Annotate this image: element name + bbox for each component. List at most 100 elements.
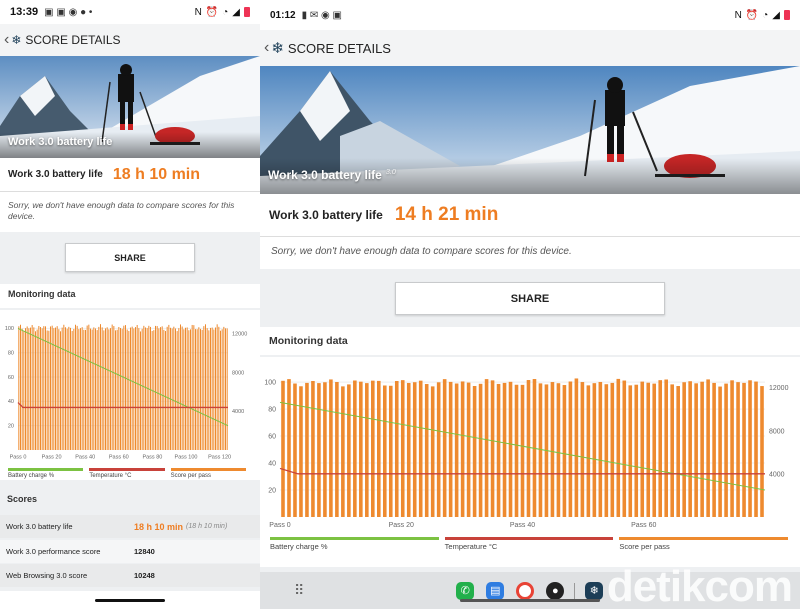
monitoring-chart: 100 80 60 40 20 12000 8000 4000 Pass 0 Pass 20 Pas… [264,375,789,529]
score-bar [126,329,128,450]
score-bar [211,327,213,450]
score-bar [670,384,674,517]
score-bar [38,325,40,450]
chart-legend: Battery charge % Temperature °C Score pe… [270,537,794,551]
score-bar [311,381,315,517]
score-bar [21,328,23,450]
x-tick: Pass 40 [75,455,95,461]
score-bar [293,383,297,517]
legend-score: Score per pass [619,537,789,551]
score-bar [281,380,285,517]
score-bar [610,382,615,517]
score-bar [158,328,160,450]
score-bar [568,381,573,517]
phone-app-icon[interactable]: ✆ [456,581,475,600]
score-row-performance: Work 3.0 performance score 12840 [0,540,260,563]
score-bar [200,328,201,450]
score-bar [30,327,31,450]
score-bar [81,327,83,450]
result-label: Work 3.0 battery life [269,208,383,222]
chrome-app-icon[interactable] [516,581,535,600]
score-bar [490,380,495,517]
messages-app-icon[interactable]: ▤ [486,581,505,600]
result-row: Work 3.0 battery life 18 h 10 min [0,158,260,192]
score-bar [140,331,141,450]
score-bar [170,327,171,450]
x-tick: Pass 60 [631,522,656,529]
score-bar [130,327,131,450]
score-bar [70,327,71,450]
score-bar [150,326,151,450]
score-bar [75,324,76,450]
back-icon[interactable]: ‹ [4,31,9,49]
page-title: SCORE DETAILS [287,40,391,56]
hero-title-text: Work 3.0 battery life [268,168,382,182]
score-bar [220,330,221,450]
score-bar [335,382,339,517]
score-bar [196,329,198,450]
score-bar [436,382,441,517]
score-bar [121,328,123,450]
score-bar [754,381,758,517]
score-bar [18,326,20,450]
score-bar [388,385,393,517]
score-bar [135,327,136,450]
status-right-icons: N ⏰ ◔ ◢ [195,7,250,18]
score-bar [43,326,45,450]
score-bar [205,324,206,450]
x-tick: Pass 0 [10,455,27,461]
score-bar [347,384,351,517]
score-bar [66,328,68,450]
score-name: Web Browsing 3.0 score [6,571,88,580]
share-button[interactable]: SHARE [65,243,195,272]
score-bar [442,379,447,517]
app-bar: ‹ ❄ SCORE DETAILS [0,24,260,56]
home-gesture-bar[interactable] [95,599,165,602]
score-bar [210,327,211,450]
app-drawer-icon[interactable]: ⠿ [294,582,304,599]
scores-title: Scores [7,494,38,504]
score-bar [305,382,309,517]
score-bar [225,328,226,450]
score-bar [218,326,220,450]
score-value: 10248 [134,571,155,580]
score-bar [45,326,46,450]
signal-icon: ◢ [772,9,780,21]
alarm-icon: ⏰ [205,6,219,18]
score-bar [143,325,145,450]
3dmark-app-icon[interactable]: ❄ [585,581,604,600]
score-bar [742,382,746,517]
score-bar [658,380,663,517]
score-bar [562,385,567,517]
score-bar [46,330,48,450]
score-bar [131,326,133,450]
y-left-tick: 20 [268,487,276,494]
score-bar [448,381,453,517]
back-icon[interactable]: ‹ [264,39,269,57]
monitoring-header: Monitoring data [260,327,800,355]
wifi-icon: ◔ [762,9,769,21]
score-bar [40,327,41,450]
home-gesture-bar[interactable] [460,599,600,602]
hero-title: Work 3.0 battery life [8,136,113,148]
score-bar [664,379,668,517]
hero-image: Work 3.0 battery life [0,56,260,158]
camera-app-icon[interactable]: ● [546,581,565,600]
score-bar [68,326,70,450]
score-bar [175,328,176,450]
status-time: 01:12 [270,9,296,21]
tablet-status-bar: 01:12 ▮ ✉ ◉ ▣ N ⏰ ◔ ◢ [260,0,800,30]
share-button[interactable]: SHARE [395,282,665,315]
score-bar [111,324,113,450]
score-bar [171,328,173,450]
y-right-tick: 4000 [769,471,785,478]
score-bar [76,325,78,450]
score-bar [496,383,501,517]
legend-temperature: Temperature °C [444,537,614,551]
score-bar [598,381,603,517]
monitoring-chart-panel: 100 80 60 40 20 12000 8000 4000 Pass 0 Pass 20 Pas… [260,357,800,567]
score-bar [646,382,651,517]
result-label: Work 3.0 battery life [8,169,103,180]
score-bar [724,383,728,517]
score-bar [748,380,752,517]
